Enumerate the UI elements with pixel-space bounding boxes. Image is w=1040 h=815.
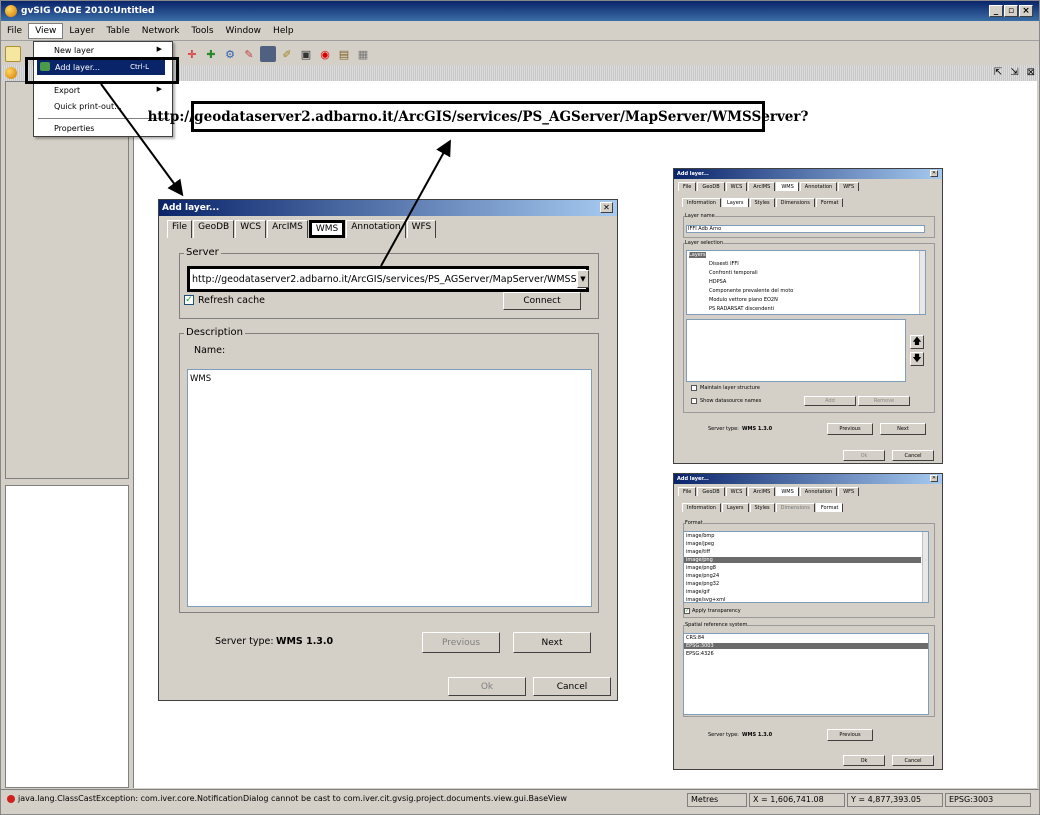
annotation-arrows bbox=[100, 83, 451, 267]
arrow-menu-to-dialog bbox=[100, 83, 184, 197]
arrow-url-to-callout bbox=[380, 139, 451, 267]
gvsig-window: gvSIG OADE 2010:Untitled _ ▫ × File View… bbox=[0, 0, 1040, 815]
